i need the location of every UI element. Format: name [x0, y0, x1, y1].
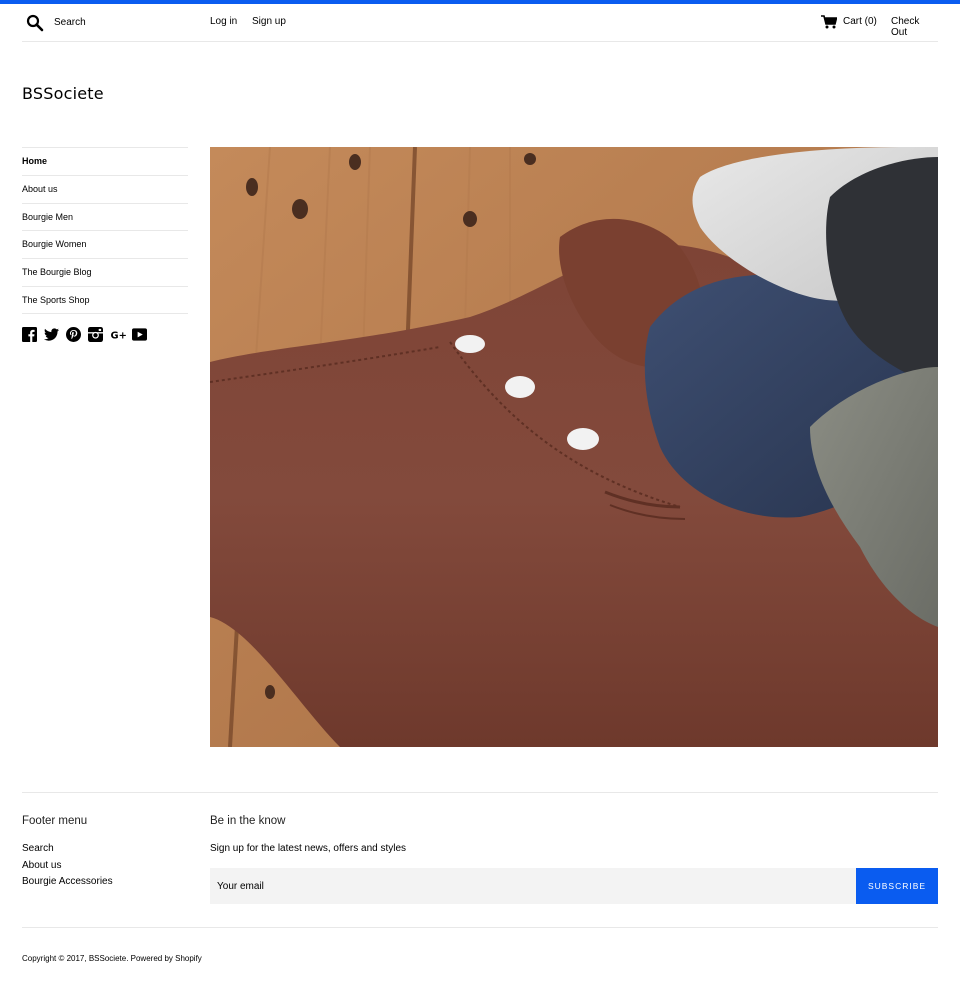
site-logo[interactable]: BSSociete: [22, 84, 104, 103]
search-icon[interactable]: [26, 14, 44, 32]
footer-link-bourgie-accessories[interactable]: Bourgie Accessories: [22, 874, 113, 891]
copyright: Copyright © 2017, BSSociete. Powered by …: [22, 954, 202, 963]
pinterest-icon[interactable]: [66, 327, 81, 342]
search-input[interactable]: [54, 12, 204, 32]
sidebar-item-bourgie-men[interactable]: Bourgie Men: [22, 202, 188, 231]
email-field[interactable]: [210, 868, 856, 904]
hero-image[interactable]: [210, 147, 938, 747]
site-header: Log in Sign up Cart (0) Check Out: [22, 4, 938, 42]
footer-link-about-us[interactable]: About us: [22, 858, 113, 875]
sidebar-item-sports-shop[interactable]: The Sports Shop: [22, 285, 188, 314]
svg-text:G+: G+: [111, 330, 127, 341]
newsletter-description: Sign up for the latest news, offers and …: [210, 843, 407, 854]
instagram-icon[interactable]: [88, 327, 103, 342]
twitter-icon[interactable]: [44, 327, 59, 342]
sidebar-item-bourgie-blog[interactable]: The Bourgie Blog: [22, 258, 188, 286]
facebook-icon[interactable]: [22, 327, 37, 342]
google-plus-icon[interactable]: G+: [110, 327, 127, 342]
footer-menu: Search About us Bourgie Accessories: [22, 841, 113, 891]
sidebar-item-home[interactable]: Home: [22, 147, 188, 175]
footer-menu-heading: Footer menu: [22, 815, 88, 827]
cart-link[interactable]: Cart (0): [843, 16, 877, 27]
footer-bottom-divider: [22, 927, 938, 928]
checkout-link[interactable]: Check Out: [891, 16, 938, 38]
sidebar-item-bourgie-women[interactable]: Bourgie Women: [22, 230, 188, 258]
newsletter-heading: Be in the know: [210, 815, 286, 827]
powered-by-shopify-link[interactable]: Powered by Shopify: [131, 954, 202, 963]
footer-divider: [22, 792, 938, 793]
sidebar-nav: Home About us Bourgie Men Bourgie Women …: [22, 147, 188, 342]
login-link[interactable]: Log in: [210, 16, 237, 27]
footer-link-search[interactable]: Search: [22, 841, 113, 858]
sidebar-item-about-us[interactable]: About us: [22, 174, 188, 203]
cart-icon[interactable]: [821, 15, 837, 29]
subscribe-button[interactable]: SUBSCRIBE: [856, 868, 938, 904]
copyright-store-link[interactable]: BSSociete: [89, 954, 126, 963]
youtube-icon[interactable]: [132, 327, 147, 342]
copyright-prefix: Copyright © 2017,: [22, 954, 89, 963]
hero-photo-henley-shirts: [210, 147, 938, 747]
signup-link[interactable]: Sign up: [252, 16, 286, 27]
